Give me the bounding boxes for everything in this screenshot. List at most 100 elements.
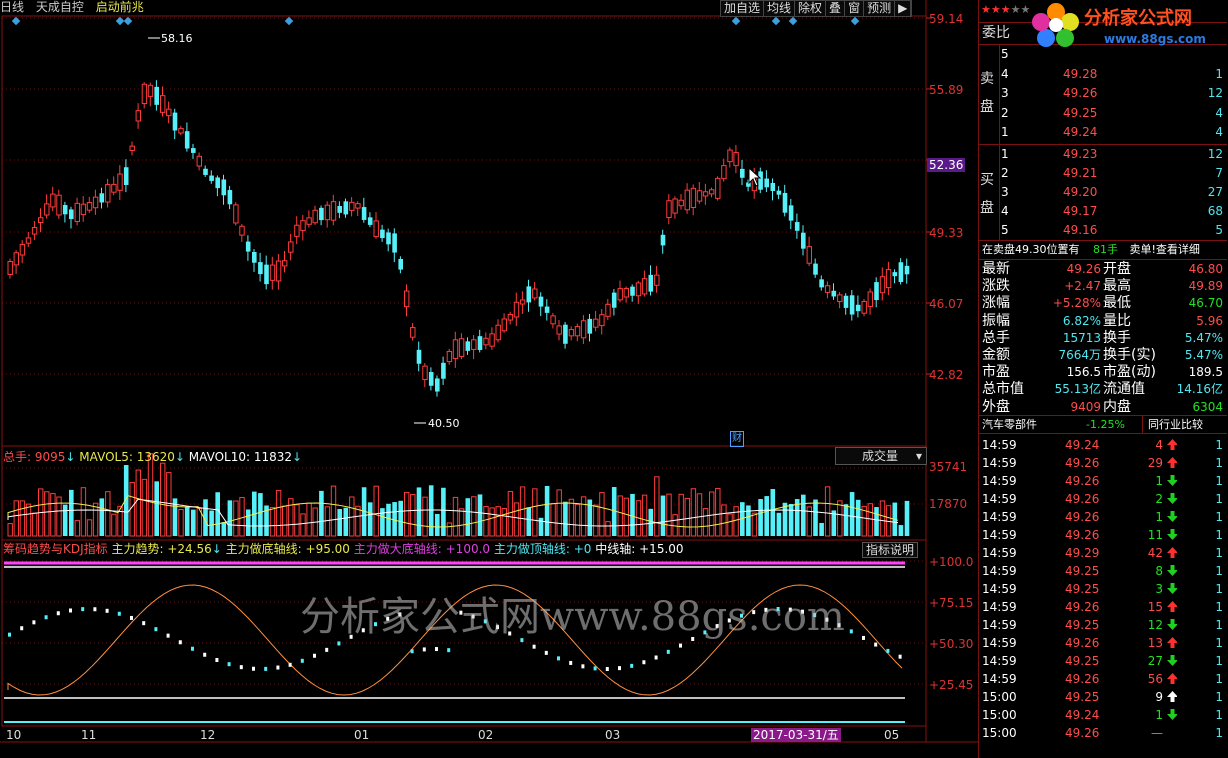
stat-label: 市盈(动)	[1103, 364, 1156, 381]
sell-level-row[interactable]: 1 49.24 4	[979, 123, 1227, 141]
candle-body	[874, 282, 879, 301]
kdj-point	[630, 663, 634, 668]
period-label[interactable]: 日线	[0, 0, 24, 14]
volume-bar	[751, 512, 758, 537]
candle-body	[221, 179, 227, 196]
volume-bar	[416, 487, 422, 536]
candle-body	[129, 145, 135, 152]
candle-body	[532, 288, 538, 299]
candle-body	[813, 263, 818, 275]
buy-level-row[interactable]: 5 49.16 5	[979, 221, 1227, 239]
trade-tick-row: 14:59 49.26 1 1	[979, 472, 1227, 490]
candle-body	[233, 204, 239, 224]
buy-level-row[interactable]: 1 49.23 12	[979, 145, 1227, 163]
volume-bar	[721, 504, 727, 537]
volume-bar	[580, 496, 587, 537]
volume-bar	[599, 492, 605, 537]
tick-flag: 1	[1215, 690, 1223, 704]
volume-bar	[874, 507, 879, 536]
volume-bar	[855, 499, 861, 536]
ex-rights-button[interactable]: 除权	[795, 1, 827, 16]
volume-bar	[92, 502, 99, 537]
candle-body	[38, 217, 44, 224]
stat-value: 46.80	[1188, 262, 1223, 276]
candle-body	[885, 269, 892, 289]
level-price: 49.20	[1063, 185, 1098, 199]
big-order-notice[interactable]: 在卖盘49.30位置有 81手 卖单!查看详细	[982, 241, 1228, 259]
volume-bar	[227, 500, 233, 536]
candle-body	[641, 278, 648, 295]
candle-body	[258, 262, 263, 275]
volume-bar	[715, 487, 721, 537]
overlay-button[interactable]: 叠	[826, 1, 846, 16]
tick-time: 14:59	[982, 600, 1017, 614]
tick-time: 15:00	[982, 708, 1017, 722]
sell-level-row[interactable]: 4 49.28 1	[979, 65, 1227, 83]
candle-body	[410, 327, 416, 338]
volume-bar	[392, 502, 397, 536]
volume-bar	[373, 485, 379, 537]
candle-body	[477, 336, 483, 350]
candle-body	[154, 86, 159, 105]
buy-level-row[interactable]: 2 49.21 7	[979, 164, 1227, 182]
industry-compare-button[interactable]: 同行业比较	[1142, 416, 1203, 434]
stat-label: 金额	[982, 347, 1010, 363]
indicator-selector[interactable]: 成交量 ▾	[835, 447, 927, 465]
candle-body	[441, 362, 446, 379]
add-watchlist-button[interactable]: 加自选	[721, 1, 765, 16]
financial-report-marker[interactable]: 财	[730, 431, 744, 447]
volume-bar	[843, 504, 849, 536]
stat-label: 总市值	[982, 381, 1024, 398]
kdj-point	[532, 644, 536, 649]
price-pane	[1, 15, 927, 447]
candle-body	[25, 237, 32, 244]
volume-bar	[31, 512, 38, 537]
volume-bar	[74, 520, 80, 537]
ma-button[interactable]: 均线	[764, 1, 796, 16]
volume-bar	[154, 481, 159, 536]
candle-body	[166, 108, 172, 117]
volume-bar	[477, 494, 483, 536]
sell-level-row[interactable]: 3 49.26 12	[979, 84, 1227, 102]
trade-tick-row: 14:59 49.26 13 1	[979, 634, 1227, 652]
main-chart-canvas[interactable]	[0, 0, 978, 758]
sell-level-row[interactable]: 2 49.25 4	[979, 104, 1227, 122]
candle-body	[306, 217, 312, 225]
indicator-tick: +50.30	[929, 637, 974, 651]
volume-bar	[428, 485, 434, 536]
stat-row: 总手 15713 换手 5.47%	[979, 329, 1227, 347]
volume-bar	[62, 504, 68, 536]
volume-bar	[764, 496, 769, 536]
buy-level-row[interactable]: 3 49.20 27	[979, 183, 1227, 201]
volume-bar	[422, 496, 428, 537]
level-volume: 12	[1207, 86, 1223, 100]
window-button[interactable]: 窗	[845, 1, 865, 16]
indicator-help-button[interactable]: 指标说明	[862, 542, 919, 558]
industry-row[interactable]: 汽车零部件 -1.25% 同行业比较	[982, 416, 1228, 434]
candle-body	[672, 198, 678, 214]
mouse-cursor-icon	[748, 167, 762, 187]
kdj-point	[203, 652, 207, 657]
arrow-down-icon	[1167, 619, 1177, 630]
buy-level-row[interactable]: 4 49.17 68	[979, 202, 1227, 220]
kdj-point	[605, 666, 609, 671]
stock-name: 天成自控	[35, 0, 84, 14]
forecast-button[interactable]: 预测	[864, 1, 896, 16]
candle-body	[196, 155, 203, 167]
notice-detail-link[interactable]: 卖单!查看详细	[1130, 243, 1200, 256]
level-number: 1	[1001, 147, 1009, 161]
toolbar-more-icon[interactable]: ▶	[895, 1, 912, 16]
arrow-up-icon	[1167, 457, 1177, 468]
candle-body	[44, 203, 50, 216]
volume-bar	[465, 498, 471, 536]
candle-body	[452, 339, 459, 360]
volume-bar	[69, 489, 74, 536]
kdj-point	[300, 658, 304, 663]
candle-body	[696, 190, 703, 202]
candle-body	[147, 84, 154, 97]
arrow-down-icon	[1167, 709, 1177, 720]
kdj-point	[337, 641, 341, 646]
volume-bar	[532, 488, 538, 537]
candle-body	[74, 202, 80, 223]
kdj-point	[44, 615, 48, 620]
